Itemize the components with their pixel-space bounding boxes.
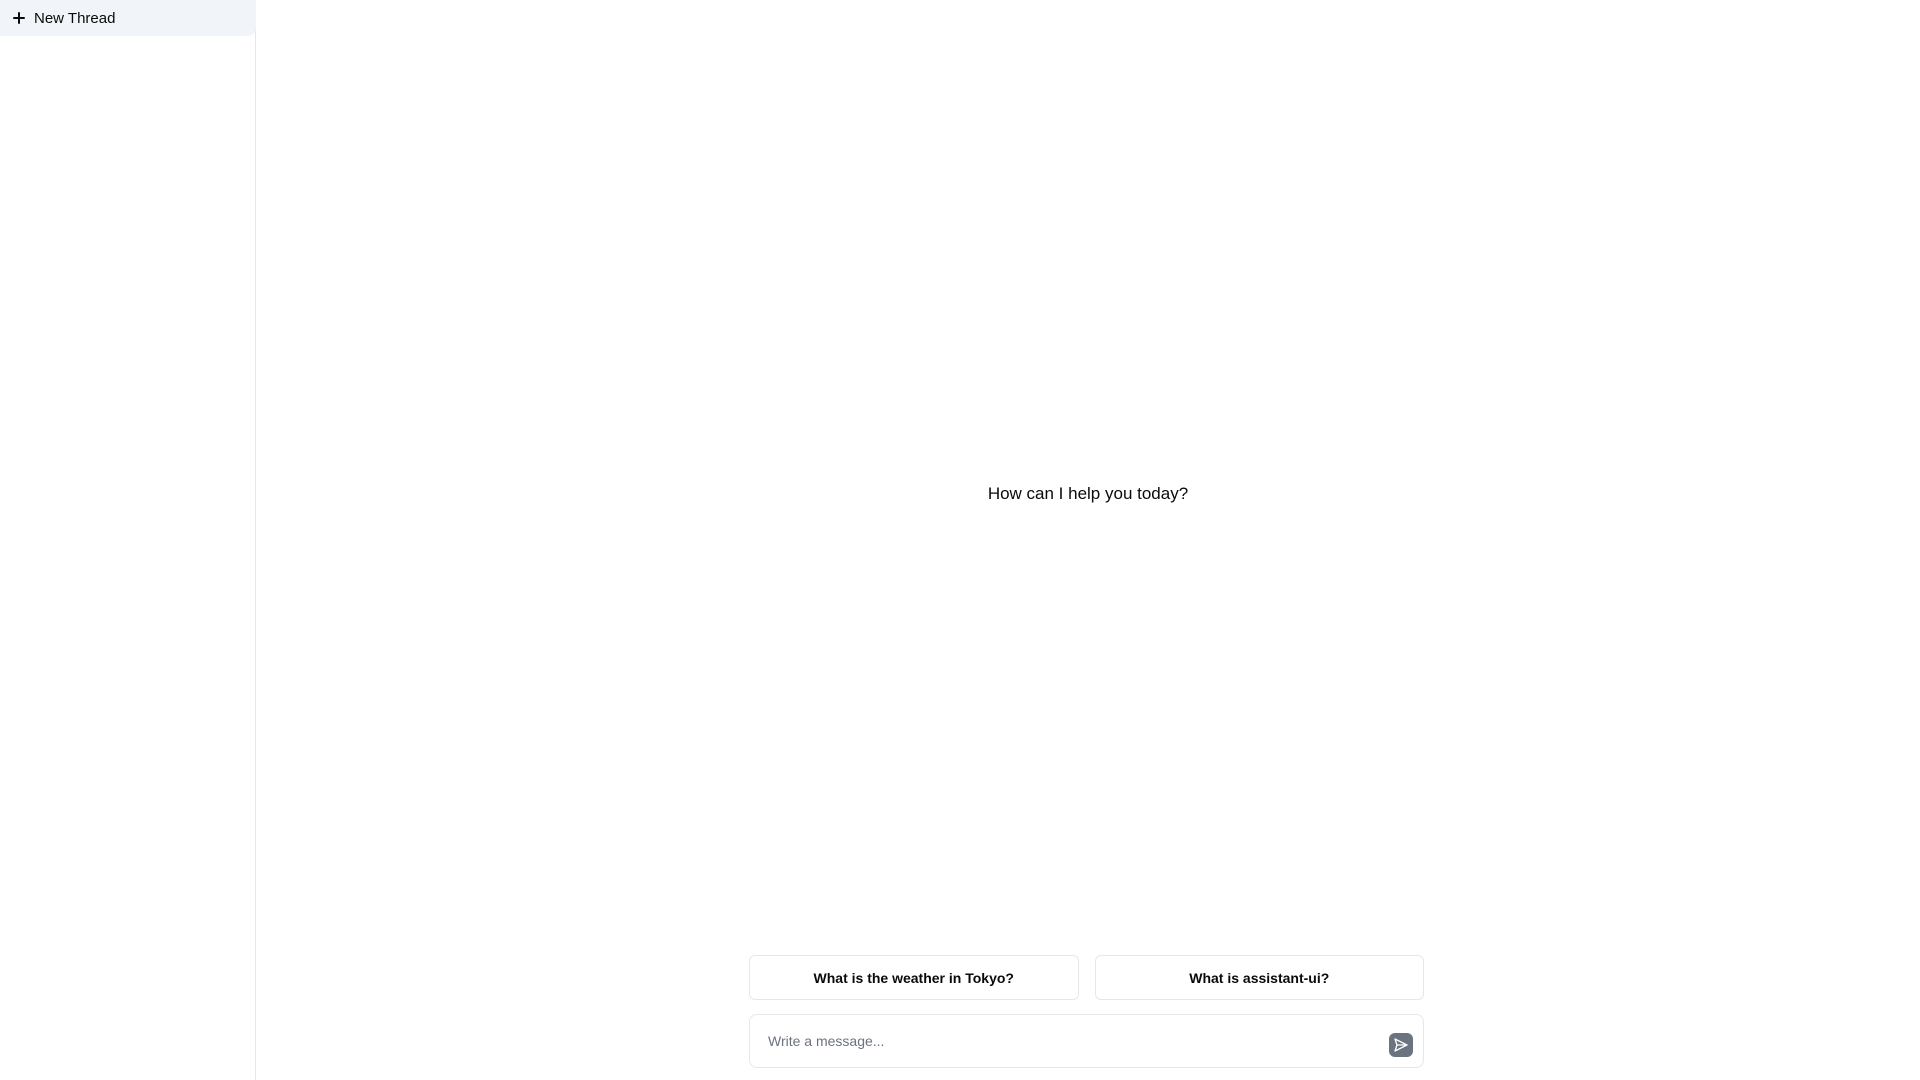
sidebar: New Thread bbox=[0, 0, 256, 1080]
new-thread-button[interactable]: New Thread bbox=[0, 0, 256, 36]
suggestion-assistant-ui[interactable]: What is assistant-ui? bbox=[1094, 955, 1424, 1000]
send-icon bbox=[1394, 1038, 1408, 1052]
app-root: New Thread How can I help you today? Wha… bbox=[0, 0, 1920, 1080]
send-button[interactable] bbox=[1389, 1033, 1413, 1057]
suggestion-list: What is the weather in Tokyo? What is as… bbox=[749, 955, 1424, 1000]
message-input[interactable] bbox=[768, 1033, 1389, 1049]
suggestion-weather-tokyo[interactable]: What is the weather in Tokyo? bbox=[749, 955, 1079, 1000]
composer bbox=[749, 1014, 1424, 1068]
welcome-message: How can I help you today? bbox=[987, 484, 1189, 503]
plus-icon bbox=[12, 11, 26, 25]
thread-main: How can I help you today? What is the we… bbox=[256, 0, 1920, 1080]
new-thread-label: New Thread bbox=[34, 9, 116, 27]
